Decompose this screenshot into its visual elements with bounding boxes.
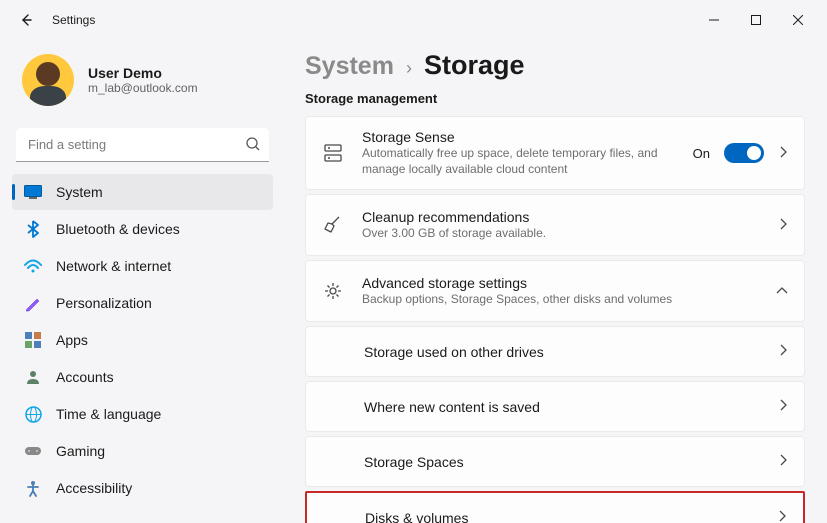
- sidebar: User Demo m_lab@outlook.com System Bluet…: [0, 40, 285, 523]
- breadcrumb-current: Storage: [424, 50, 525, 81]
- disks-volumes-card: Disks & volumes: [305, 491, 805, 523]
- nav-label: Accessibility: [56, 480, 132, 496]
- storage-sense-icon: [322, 143, 344, 163]
- section-label: Storage management: [305, 91, 805, 106]
- chevron-right-icon: [778, 399, 788, 414]
- nav-label: Apps: [56, 332, 88, 348]
- card-subtitle: Backup options, Storage Spaces, other di…: [362, 292, 776, 308]
- nav-label: Gaming: [56, 443, 105, 459]
- card-subtitle: Over 3.00 GB of storage available.: [362, 226, 778, 242]
- nav-label: System: [56, 184, 103, 200]
- bluetooth-icon: [24, 220, 42, 238]
- nav-label: Personalization: [56, 295, 152, 311]
- search-wrap: [16, 128, 269, 162]
- chevron-right-icon: [778, 344, 788, 359]
- advanced-children: Storage used on other drives Where new c…: [305, 326, 805, 523]
- cleanup-card: Cleanup recommendations Over 3.00 GB of …: [305, 194, 805, 256]
- search-input[interactable]: [16, 128, 269, 162]
- close-icon: [793, 15, 803, 25]
- avatar: [22, 54, 74, 106]
- storage-sense-card: Storage Sense Automatically free up spac…: [305, 116, 805, 190]
- personalization-icon: [24, 294, 42, 312]
- sidebar-item-system[interactable]: System: [12, 174, 273, 210]
- sidebar-item-network[interactable]: Network & internet: [12, 248, 273, 284]
- nav-label: Accounts: [56, 369, 114, 385]
- maximize-icon: [751, 15, 761, 25]
- sidebar-item-gaming[interactable]: Gaming: [12, 433, 273, 469]
- system-icon: [24, 183, 42, 201]
- where-new-content-row[interactable]: Where new content is saved: [306, 382, 804, 431]
- chevron-right-icon: [777, 510, 787, 523]
- apps-icon: [24, 331, 42, 349]
- card-title: Disks & volumes: [365, 510, 777, 523]
- sidebar-item-apps[interactable]: Apps: [12, 322, 273, 358]
- search-icon: [245, 136, 261, 157]
- toggle-label: On: [693, 146, 710, 161]
- gear-icon: [322, 281, 344, 301]
- chevron-right-icon: [778, 218, 788, 233]
- card-subtitle: Automatically free up space, delete temp…: [362, 146, 693, 177]
- breadcrumb: System › Storage: [305, 50, 805, 81]
- sidebar-item-personalization[interactable]: Personalization: [12, 285, 273, 321]
- titlebar: Settings: [0, 0, 827, 40]
- advanced-storage-card: Advanced storage settings Backup options…: [305, 260, 805, 322]
- accessibility-icon: [24, 479, 42, 497]
- window-controls: [693, 4, 819, 36]
- chevron-right-icon: [778, 454, 788, 469]
- nav-label: Time & language: [56, 406, 161, 422]
- disks-volumes-row[interactable]: Disks & volumes: [307, 493, 803, 523]
- card-title: Storage Sense: [362, 129, 693, 145]
- chevron-up-icon: [776, 284, 788, 299]
- sidebar-item-time-language[interactable]: Time & language: [12, 396, 273, 432]
- nav-label: Network & internet: [56, 258, 171, 274]
- storage-spaces-row[interactable]: Storage Spaces: [306, 437, 804, 486]
- nav-label: Bluetooth & devices: [56, 221, 180, 237]
- card-title: Cleanup recommendations: [362, 209, 778, 225]
- user-block[interactable]: User Demo m_lab@outlook.com: [12, 40, 273, 124]
- close-button[interactable]: [777, 4, 819, 36]
- main-content: System › Storage Storage management Stor…: [285, 40, 827, 523]
- maximize-button[interactable]: [735, 4, 777, 36]
- chevron-right-icon: ›: [406, 58, 412, 79]
- where-new-content-card: Where new content is saved: [305, 381, 805, 432]
- breadcrumb-parent[interactable]: System: [305, 52, 394, 81]
- card-title: Storage Spaces: [364, 454, 778, 470]
- sidebar-item-accounts[interactable]: Accounts: [12, 359, 273, 395]
- card-title: Storage used on other drives: [364, 344, 778, 360]
- card-title: Advanced storage settings: [362, 275, 776, 291]
- arrow-left-icon: [18, 12, 34, 28]
- app-title: Settings: [52, 13, 95, 27]
- accounts-icon: [24, 368, 42, 386]
- network-icon: [24, 257, 42, 275]
- minimize-icon: [709, 15, 719, 25]
- broom-icon: [322, 215, 344, 235]
- back-button[interactable]: [8, 2, 44, 38]
- storage-sense-toggle[interactable]: [724, 143, 764, 163]
- cleanup-row[interactable]: Cleanup recommendations Over 3.00 GB of …: [306, 195, 804, 255]
- storage-spaces-card: Storage Spaces: [305, 436, 805, 487]
- time-language-icon: [24, 405, 42, 423]
- nav-list: System Bluetooth & devices Network & int…: [12, 174, 273, 506]
- storage-sense-row[interactable]: Storage Sense Automatically free up spac…: [306, 117, 804, 189]
- storage-other-drives-row[interactable]: Storage used on other drives: [306, 327, 804, 376]
- storage-other-drives-card: Storage used on other drives: [305, 326, 805, 377]
- sidebar-item-bluetooth[interactable]: Bluetooth & devices: [12, 211, 273, 247]
- advanced-storage-row[interactable]: Advanced storage settings Backup options…: [306, 261, 804, 321]
- card-title: Where new content is saved: [364, 399, 778, 415]
- gaming-icon: [24, 442, 42, 460]
- minimize-button[interactable]: [693, 4, 735, 36]
- chevron-right-icon: [778, 146, 788, 161]
- user-email: m_lab@outlook.com: [88, 81, 198, 95]
- user-name: User Demo: [88, 65, 198, 81]
- sidebar-item-accessibility[interactable]: Accessibility: [12, 470, 273, 506]
